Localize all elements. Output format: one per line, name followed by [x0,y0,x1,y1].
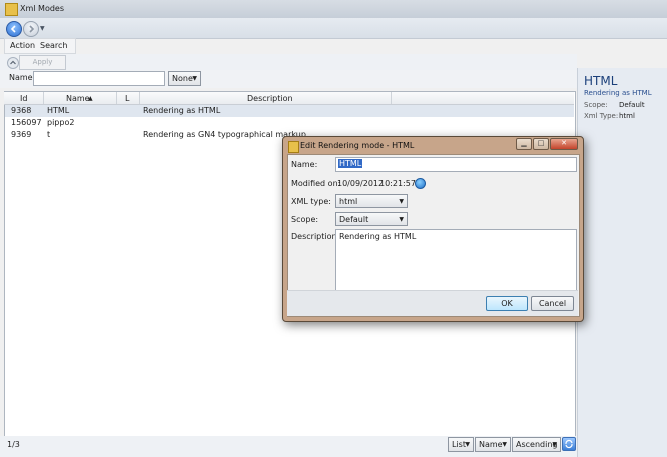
title-bar [0,0,667,19]
detail-panel [577,68,667,457]
history-dropdown-icon[interactable]: ▼ [40,25,45,32]
cell-description: Rendering as HTML [143,106,221,115]
search-toolbar [0,54,577,70]
cell-name: HTML [47,106,70,115]
name-label: Name: [291,160,318,169]
name-field-value: HTML [338,159,363,168]
sort-order-dropdown[interactable]: Ascending ▼ [512,437,561,452]
column-divider[interactable] [116,92,117,104]
description-value: Rendering as HTML [339,232,417,241]
detail-scope-label: Scope: [584,101,608,109]
cell-id: 9368 [11,106,32,115]
column-header-l[interactable]: L [125,94,129,103]
modified-on-label: Modified on: [291,179,341,188]
column-divider[interactable] [139,92,140,104]
scope-dropdown[interactable]: Default ▼ [335,212,408,226]
window-title: Xml Modes [20,4,65,13]
column-header-description[interactable]: Description [247,94,293,103]
minimize-button[interactable]: ▁ [516,138,532,150]
table-row[interactable]: 156097 pippo2 [5,117,574,129]
sort-order-value: Ascending [516,440,558,449]
close-button[interactable]: ✕ [550,138,578,150]
sort-field-dropdown[interactable]: Name ▼ [475,437,511,452]
cell-id: 156097 [11,118,42,127]
column-divider[interactable] [391,92,392,104]
name-filter-label: Name: [9,73,36,82]
chevron-down-icon: ▼ [552,441,557,448]
xml-type-label: XML type: [291,197,331,206]
cell-id: 9369 [11,130,32,139]
chevron-down-icon: ▼ [192,75,197,82]
name-filter-input[interactable] [33,71,165,86]
record-count: 1/3 [7,440,20,449]
xml-type-value: html [339,197,358,206]
view-mode-value: List [452,440,466,449]
chevron-down-icon: ▼ [399,216,404,223]
refresh-icon[interactable] [562,437,576,451]
detail-title: HTML [584,74,618,88]
app-icon [5,3,18,16]
modified-time: 10:21:57 [380,179,416,188]
collapse-up-icon[interactable] [7,57,19,69]
table-row[interactable]: 9368 HTML Rendering as HTML [5,105,574,117]
modified-date: 10/09/2012 [337,179,384,188]
sort-field-value: Name [479,440,503,449]
chevron-down-icon: ▼ [399,198,404,205]
column-divider[interactable] [43,92,44,104]
detail-xmltype-label: Xml Type: [584,112,619,120]
description-label: Description: [291,232,340,241]
chevron-down-icon: ▼ [465,441,470,448]
cell-name: t [47,130,51,139]
scope-label: Scope: [291,215,319,224]
menu-action[interactable]: Action [10,41,35,50]
globe-icon [415,178,426,189]
scope-value: Default [339,215,369,224]
forward-arrow-icon[interactable] [23,21,39,37]
cell-name: pippo2 [47,118,75,127]
apply-search-button[interactable]: Apply Search [19,55,66,79]
cancel-button[interactable]: Cancel [531,296,574,311]
chevron-down-icon: ▼ [502,441,507,448]
detail-xmltype-value: html [619,112,635,120]
back-arrow-icon[interactable] [6,21,22,37]
maximize-button[interactable]: □ [533,138,549,150]
nav-bar [0,18,667,39]
dialog-title: Edit Rendering mode - HTML [300,141,415,150]
column-header-id[interactable]: Id [20,94,27,103]
menu-search[interactable]: Search [40,41,67,50]
match-mode-dropdown[interactable]: None ▼ [168,71,201,86]
view-mode-dropdown[interactable]: List ▼ [448,437,474,452]
xml-type-dropdown[interactable]: html ▼ [335,194,408,208]
ok-button[interactable]: OK [486,296,528,311]
detail-scope-value: Default [619,101,645,109]
name-field[interactable] [335,157,577,172]
detail-subtitle: Rendering as HTML [584,89,652,97]
column-header-name[interactable]: Name [66,94,90,103]
dialog-icon [288,141,299,153]
sort-ascending-icon: ▲ [88,95,93,102]
match-mode-value: None [172,74,193,83]
